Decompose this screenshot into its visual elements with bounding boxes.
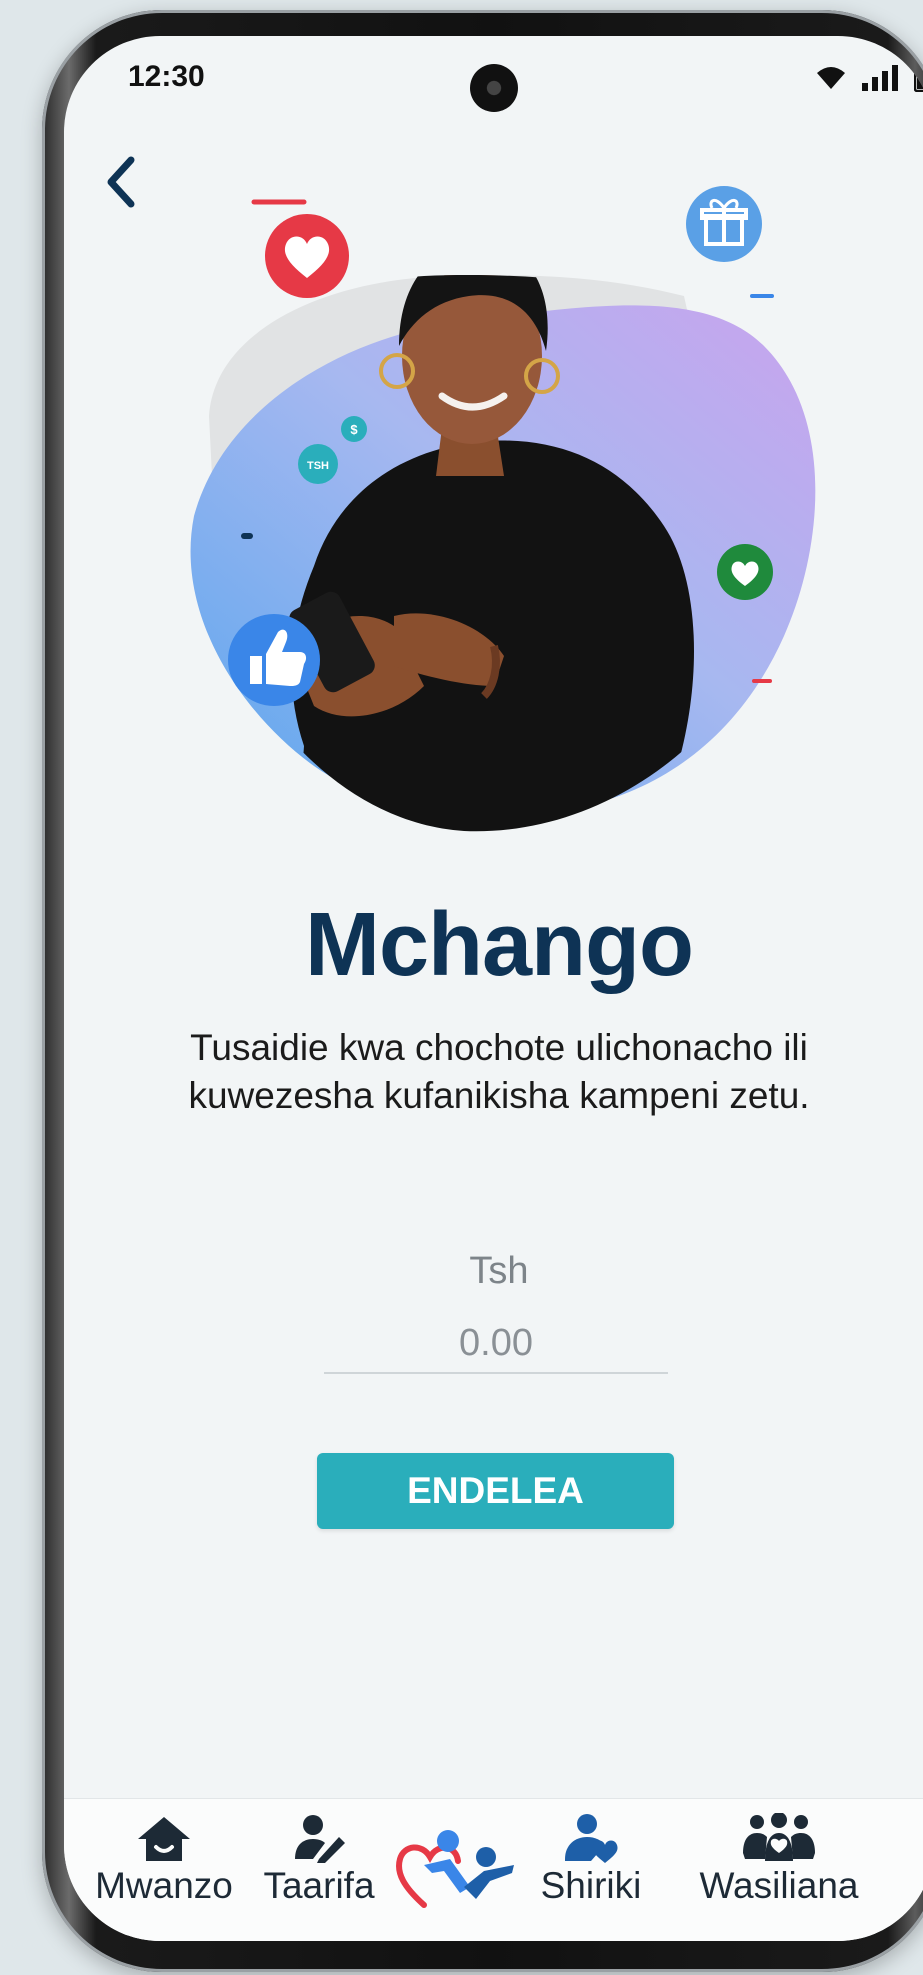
- nav-item-wasiliana[interactable]: Wasiliana: [679, 1813, 879, 1907]
- gift-icon: [686, 186, 762, 262]
- front-camera: [470, 64, 518, 112]
- page-title: Mchango: [305, 895, 694, 995]
- bottom-nav: Mwanzo Taarifa Shiriki Wasiliana: [64, 1798, 923, 1941]
- nav-item-taarifa[interactable]: Taarifa: [249, 1813, 389, 1907]
- home-icon: [138, 1817, 190, 1861]
- nav-item-brand[interactable]: [394, 1825, 524, 1913]
- coin-badge: TSH: [298, 444, 338, 484]
- green-heart-badge: [717, 544, 773, 600]
- wifi-icon: [817, 67, 845, 89]
- user-edit-icon: [295, 1815, 345, 1863]
- heart-badge: [265, 214, 349, 298]
- app-screen: 12:30 TSH $ Mchango Tusaidie kwa chochot…: [64, 36, 923, 1941]
- status-icons: [814, 64, 923, 92]
- amount-input[interactable]: [324, 1314, 668, 1374]
- status-time: 12:30: [128, 60, 205, 93]
- dollar-label: $: [350, 422, 358, 437]
- signal-icon: [862, 65, 898, 91]
- user-heart-icon: [565, 1814, 618, 1863]
- battery-icon: [914, 64, 923, 92]
- dollar-badge: $: [341, 416, 367, 442]
- nav-item-shiriki[interactable]: Shiriki: [526, 1813, 656, 1907]
- nav-label-wasiliana: Wasiliana: [699, 1865, 859, 1906]
- page-subtitle: Tusaidie kwa chochote ulichonacho ili ku…: [188, 1027, 810, 1116]
- nav-item-mwanzo[interactable]: Mwanzo: [84, 1813, 244, 1907]
- nav-label-mwanzo: Mwanzo: [95, 1865, 233, 1906]
- brand-logo-icon: [396, 1830, 514, 1908]
- nav-label-taarifa: Taarifa: [263, 1865, 375, 1906]
- group-icon: [743, 1813, 815, 1861]
- continue-button[interactable]: ENDELEA: [317, 1453, 674, 1529]
- hero-illustration: TSH $: [190, 186, 816, 832]
- coin-label: TSH: [307, 460, 329, 472]
- thumbs-up-badge: [228, 614, 320, 706]
- currency-label: Tsh: [469, 1250, 529, 1292]
- nav-label-shiriki: Shiriki: [540, 1865, 642, 1906]
- status-bar: 12:30: [64, 36, 923, 116]
